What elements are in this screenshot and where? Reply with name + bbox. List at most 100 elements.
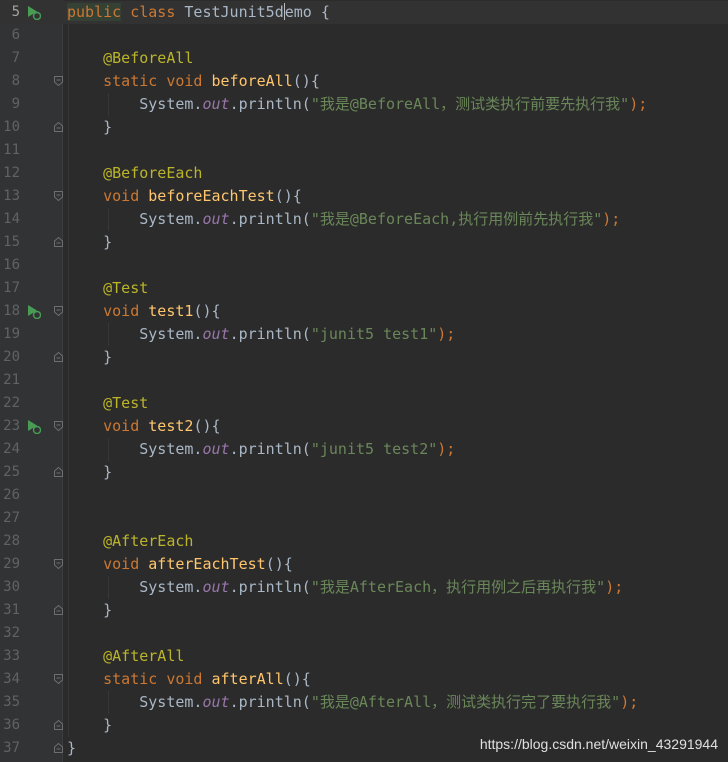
- line-number: 35: [3, 694, 20, 710]
- code-line[interactable]: 9 System.out.println("我是@BeforeAll，测试类执行…: [0, 93, 728, 116]
- line-number: 16: [3, 257, 20, 273]
- code-line[interactable]: 11: [0, 139, 728, 162]
- code-token: void: [67, 302, 140, 320]
- line-number: 34: [3, 671, 20, 687]
- code-token: }: [67, 716, 113, 734]
- code-text[interactable]: @AfterEach: [67, 530, 193, 553]
- code-text[interactable]: void test1(){: [67, 300, 220, 323]
- code-text[interactable]: @Test: [67, 392, 148, 415]
- fold-close-icon[interactable]: [54, 605, 63, 615]
- code-line[interactable]: 36 }: [0, 714, 728, 737]
- fold-close-icon[interactable]: [54, 467, 63, 477]
- fold-open-icon[interactable]: [54, 674, 63, 684]
- line-number: 17: [3, 280, 20, 296]
- line-number: 21: [3, 372, 20, 388]
- code-line[interactable]: 19 System.out.println("junit5 test1");: [0, 323, 728, 346]
- code-token: System.: [67, 440, 203, 458]
- code-token: afterEachTest: [148, 555, 266, 573]
- code-text[interactable]: static void beforeAll(){: [67, 70, 320, 93]
- code-text[interactable]: void beforeEachTest(){: [67, 185, 302, 208]
- code-line[interactable]: 8 static void beforeAll(){: [0, 70, 728, 93]
- code-text[interactable]: System.out.println("我是AfterEach，执行用例之后再执…: [67, 576, 623, 599]
- line-number: 22: [3, 395, 20, 411]
- fold-close-icon[interactable]: [54, 352, 63, 362]
- code-editor[interactable]: 5 public class TestJunit5demo {6 7 @Before…: [0, 0, 728, 762]
- code-line[interactable]: 35 System.out.println("我是@AfterAll，测试类执行…: [0, 691, 728, 714]
- fold-close-icon[interactable]: [54, 743, 63, 753]
- code-text[interactable]: void afterEachTest(){: [67, 553, 293, 576]
- code-line[interactable]: 5 public class TestJunit5demo {: [0, 1, 728, 24]
- code-line[interactable]: 21: [0, 369, 728, 392]
- code-text[interactable]: System.out.println("我是@BeforeAll，测试类执行前要…: [67, 93, 647, 116]
- code-line[interactable]: 10 }: [0, 116, 728, 139]
- code-text[interactable]: public class TestJunit5demo {: [67, 1, 330, 24]
- code-text[interactable]: }: [67, 461, 112, 484]
- code-line[interactable]: 27: [0, 507, 728, 530]
- line-number: 24: [3, 441, 20, 457]
- run-test-icon[interactable]: [26, 304, 41, 319]
- code-line[interactable]: 31 }: [0, 599, 728, 622]
- code-token: TestJunit5d: [175, 3, 284, 21]
- code-text[interactable]: @BeforeEach: [67, 162, 202, 185]
- code-line[interactable]: 24 System.out.println("junit5 test2");: [0, 438, 728, 461]
- code-line[interactable]: 17 @Test: [0, 277, 728, 300]
- indent-guide: [108, 208, 109, 231]
- code-text[interactable]: }: [67, 231, 112, 254]
- code-line[interactable]: 30 System.out.println("我是AfterEach，执行用例之…: [0, 576, 728, 599]
- code-text[interactable]: }: [67, 599, 112, 622]
- code-line[interactable]: 20 }: [0, 346, 728, 369]
- code-line[interactable]: 26: [0, 484, 728, 507]
- code-token: );: [620, 693, 639, 711]
- code-line[interactable]: 18 void test1(){: [0, 300, 728, 323]
- fold-open-icon[interactable]: [54, 421, 63, 431]
- code-line[interactable]: 7 @BeforeAll: [0, 47, 728, 70]
- fold-open-icon[interactable]: [54, 306, 63, 316]
- indent-guide: [108, 438, 109, 461]
- code-line[interactable]: 6: [0, 24, 728, 47]
- code-text[interactable]: System.out.println("我是@AfterAll，测试类执行完了要…: [67, 691, 638, 714]
- fold-open-icon[interactable]: [54, 76, 63, 86]
- code-token: System.: [67, 325, 203, 343]
- code-text[interactable]: void test2(){: [67, 415, 220, 438]
- run-test-icon[interactable]: [26, 419, 41, 434]
- code-line[interactable]: 23 void test2(){: [0, 415, 728, 438]
- fold-open-icon[interactable]: [54, 191, 63, 201]
- code-token: System.: [67, 578, 203, 596]
- code-token: System.: [67, 693, 203, 711]
- fold-open-icon[interactable]: [54, 559, 63, 569]
- fold-close-icon[interactable]: [54, 122, 63, 132]
- run-test-icon[interactable]: [26, 5, 41, 20]
- code-line[interactable]: 12 @BeforeEach: [0, 162, 728, 185]
- code-line[interactable]: 29 void afterEachTest(){: [0, 553, 728, 576]
- code-text[interactable]: }: [67, 346, 112, 369]
- code-line[interactable]: 28 @AfterEach: [0, 530, 728, 553]
- code-token: public: [67, 3, 122, 21]
- code-text[interactable]: }: [67, 116, 112, 139]
- code-line[interactable]: 32: [0, 622, 728, 645]
- code-line[interactable]: 16: [0, 254, 728, 277]
- code-text[interactable]: static void afterAll(){: [67, 668, 311, 691]
- code-line[interactable]: 22 @Test: [0, 392, 728, 415]
- code-line[interactable]: 33 @AfterAll: [0, 645, 728, 668]
- code-line[interactable]: 15 }: [0, 231, 728, 254]
- code-line[interactable]: 34 static void afterAll(){: [0, 668, 728, 691]
- code-text[interactable]: @AfterAll: [67, 645, 184, 668]
- fold-close-icon[interactable]: [54, 237, 63, 247]
- code-text[interactable]: System.out.println("junit5 test1");: [67, 323, 455, 346]
- code-token: static: [67, 670, 158, 688]
- code-line[interactable]: 13 void beforeEachTest(){: [0, 185, 728, 208]
- code-text[interactable]: System.out.println("我是@BeforeEach,执行用例前先…: [67, 208, 620, 231]
- line-number: 9: [11, 96, 20, 112]
- code-text[interactable]: @Test: [67, 277, 148, 300]
- code-line[interactable]: 14 System.out.println("我是@BeforeEach,执行用…: [0, 208, 728, 231]
- code-line[interactable]: 25 }: [0, 461, 728, 484]
- code-text[interactable]: @BeforeAll: [67, 47, 193, 70]
- code-token: void: [67, 555, 140, 573]
- code-text[interactable]: }: [67, 714, 112, 737]
- fold-close-icon[interactable]: [54, 720, 63, 730]
- code-text[interactable]: }: [67, 737, 76, 760]
- code-text[interactable]: System.out.println("junit5 test2");: [67, 438, 455, 461]
